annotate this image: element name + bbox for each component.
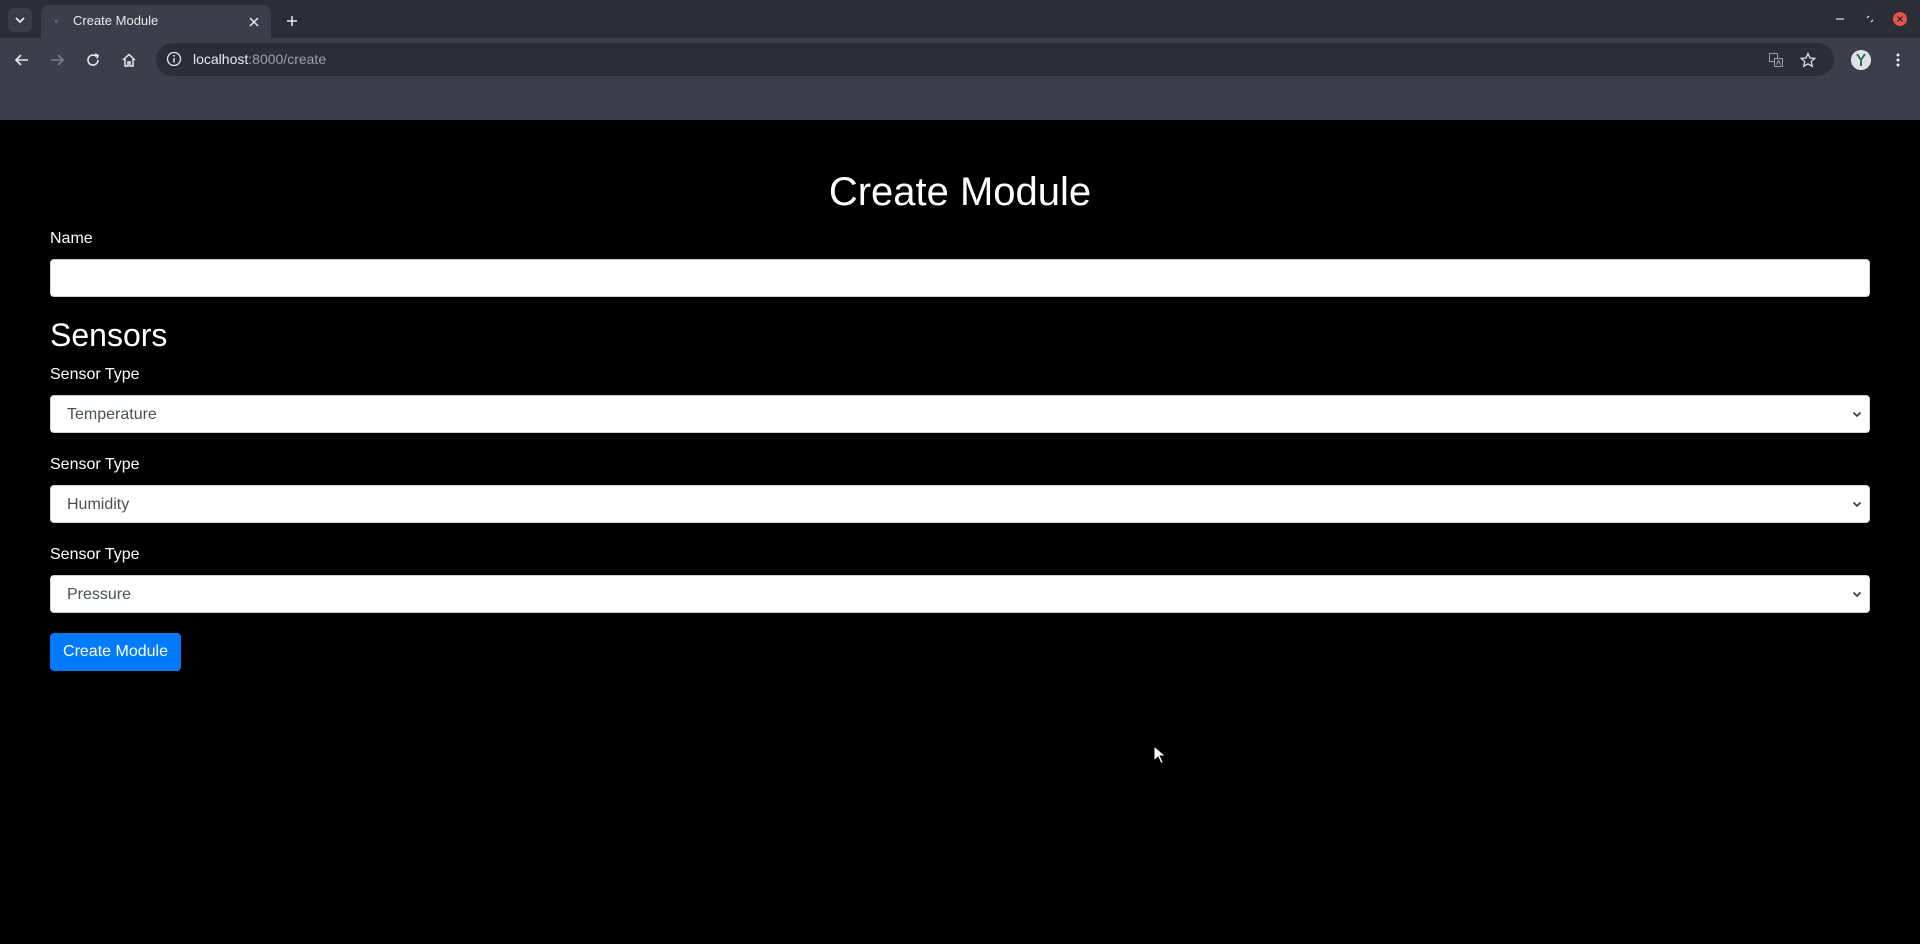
address-url: localhost:8000/create <box>193 51 326 67</box>
chevron-down-icon <box>15 17 25 24</box>
sensor-type-select[interactable]: Temperature <box>50 395 1870 433</box>
select-value: Temperature <box>67 406 157 423</box>
chevron-down-icon <box>1852 501 1862 508</box>
tab-favicon-icon: ∘ <box>53 17 59 26</box>
url-path: :8000/create <box>248 51 327 67</box>
sensor-type-select[interactable]: Pressure <box>50 575 1870 613</box>
chevron-down-icon <box>1852 411 1862 418</box>
kebab-menu-icon <box>1896 53 1900 67</box>
browser-tab-active[interactable]: ∘ Create Module <box>41 5 271 38</box>
page-content: Create Module Name Sensors Sensor Type T… <box>0 120 1920 944</box>
forward-button[interactable] <box>43 46 71 74</box>
home-icon <box>122 53 136 67</box>
translate-button[interactable] <box>1767 51 1785 69</box>
info-icon[interactable] <box>166 51 182 67</box>
sensor-type-label: Sensor Type <box>50 366 140 383</box>
restore-button[interactable] <box>1862 11 1878 27</box>
tab-close-button[interactable] <box>245 13 263 31</box>
tab-search-button[interactable] <box>8 8 32 32</box>
profile-avatar[interactable] <box>1851 50 1871 70</box>
minimize-icon <box>1836 18 1844 20</box>
browser-toolbar: localhost:8000/create <box>0 38 1920 81</box>
address-bar[interactable]: localhost:8000/create <box>156 43 1834 76</box>
select-value: Humidity <box>67 496 130 513</box>
mouse-cursor-icon <box>1153 745 1167 765</box>
name-input[interactable] <box>50 259 1870 297</box>
arrow-left-icon <box>14 54 28 66</box>
back-button[interactable] <box>8 46 36 74</box>
page-title: Create Module <box>828 170 1092 214</box>
avatar-icon <box>1851 50 1871 70</box>
plus-icon <box>287 16 297 26</box>
chevron-down-icon <box>1852 591 1862 598</box>
url-host: localhost <box>193 51 249 67</box>
minimize-button[interactable] <box>1832 11 1848 27</box>
create-module-button[interactable]: Create Module <box>50 633 181 671</box>
sensors-heading: Sensors <box>50 317 168 353</box>
browser-menu-button[interactable] <box>1888 50 1908 70</box>
tab-title: Create Module <box>73 13 159 28</box>
select-value: Pressure <box>67 586 132 603</box>
close-window-button[interactable] <box>1892 11 1908 27</box>
close-icon <box>249 17 259 27</box>
reload-button[interactable] <box>79 46 107 74</box>
arrow-right-icon <box>51 54 65 66</box>
name-label: Name <box>50 230 93 247</box>
bookmark-button[interactable] <box>1799 51 1817 69</box>
home-button[interactable] <box>115 46 143 74</box>
reload-icon <box>87 53 99 66</box>
new-tab-button[interactable] <box>280 9 304 33</box>
bookmarks-bar <box>0 81 1920 120</box>
browser-tabstrip: ∘ Create Module <box>0 0 1920 38</box>
sensor-type-label: Sensor Type <box>50 456 140 473</box>
close-window-icon <box>1893 12 1907 26</box>
sensor-type-label: Sensor Type <box>50 546 140 563</box>
sensor-type-select[interactable]: Humidity <box>50 485 1870 523</box>
translate-icon <box>1769 53 1783 67</box>
restore-icon <box>1866 15 1874 23</box>
star-icon <box>1800 52 1816 68</box>
